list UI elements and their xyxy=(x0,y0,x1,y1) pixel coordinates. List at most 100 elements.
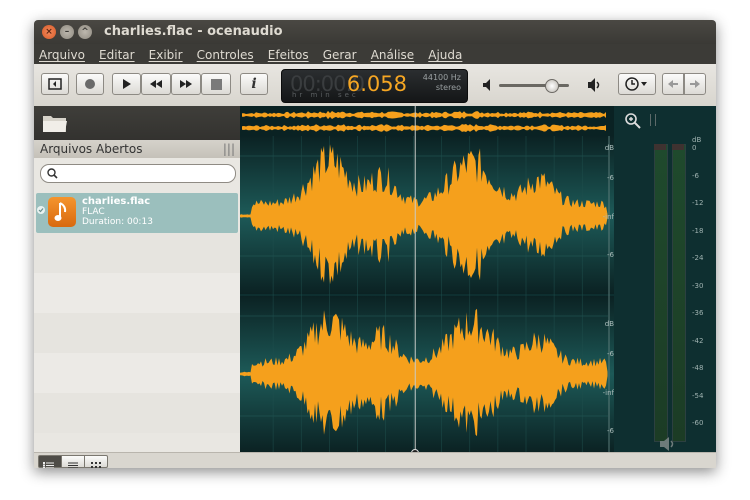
record-button[interactable] xyxy=(76,73,104,95)
top-db-label: -inf xyxy=(603,213,614,221)
volume-slider-knob[interactable] xyxy=(544,79,559,93)
volume-low-icon xyxy=(483,79,490,91)
meter-scale-label: dB xyxy=(692,136,702,144)
search-input[interactable] xyxy=(40,164,236,183)
fast-forward-button[interactable] xyxy=(171,73,201,95)
meter-scale-label: -6 xyxy=(692,171,699,180)
menu-gerar[interactable]: Gerar xyxy=(318,46,361,62)
menu-ajuda[interactable]: Ajuda xyxy=(423,46,466,62)
zoom-in-icon[interactable] xyxy=(624,112,642,130)
back-button[interactable] xyxy=(662,73,684,95)
panel-icon xyxy=(48,78,62,90)
audio-file-icon xyxy=(48,197,76,227)
level-meter-panel: dB 0 -6 -12 -18 -24 -30 -36 -42 -48 -54 -60 xyxy=(614,106,716,452)
overview-background xyxy=(240,106,614,136)
time-display: 00:00:0 6.058 hr min sec 44100 Hz stereo xyxy=(281,69,468,103)
compact-view-button[interactable] xyxy=(61,455,85,468)
file-name: charlies.flac xyxy=(82,196,151,207)
channel-mode: stereo xyxy=(435,83,461,92)
waveform-canvas[interactable]: dB -6 -inf -6 dB -6 -inf -6 xyxy=(240,106,615,452)
fast-forward-icon xyxy=(180,80,192,88)
bottom-db-label: dB xyxy=(605,320,614,328)
bottom-db-label: -6 xyxy=(607,427,614,435)
sample-rate: 44100 Hz xyxy=(422,73,461,82)
record-icon xyxy=(85,79,95,89)
waveform-view[interactable]: dB -6 -inf -6 dB -6 -inf -6 xyxy=(240,106,615,452)
music-note-icon xyxy=(54,202,67,221)
meter-scale-label: -12 xyxy=(692,199,704,207)
toolbar: i 00:00:0 6.058 hr min sec 44100 Hz ster… xyxy=(34,64,716,107)
list-item xyxy=(34,273,240,313)
meter-scale-label: -60 xyxy=(692,419,704,427)
sidebar-toolbar xyxy=(34,106,240,140)
info-button[interactable]: i xyxy=(240,73,268,95)
menu-exibir[interactable]: Exibir xyxy=(144,46,187,62)
bottom-db-label: -inf xyxy=(603,389,614,397)
arrow-right-icon xyxy=(690,80,700,88)
meter-grip-icon[interactable] xyxy=(650,114,656,126)
play-button[interactable] xyxy=(112,73,141,95)
file-duration: Duration: 00:13 xyxy=(82,217,153,227)
time-units: hr min sec xyxy=(292,91,359,99)
top-db-label: -6 xyxy=(607,251,614,259)
menu-analise[interactable]: Análise xyxy=(366,46,418,62)
list-item xyxy=(34,313,240,353)
right-peak-indicator xyxy=(672,144,684,150)
sample-info: 44100 Hz stereo xyxy=(423,73,461,93)
list-detail-icon xyxy=(43,462,54,468)
top-db-label: dB xyxy=(605,144,614,152)
window-title: charlies.flac - ocenaudio xyxy=(104,24,283,39)
clock-menu-button[interactable] xyxy=(618,73,656,95)
stop-icon xyxy=(210,78,222,90)
app-window: × – ^ charlies.flac - ocenaudio Arquivo … xyxy=(34,20,716,468)
maximize-window-button[interactable]: ^ xyxy=(78,25,92,39)
menu-efeitos[interactable]: Efeitos xyxy=(263,46,313,62)
menu-arquivo[interactable]: Arquivo xyxy=(34,46,89,62)
stop-button[interactable] xyxy=(201,73,231,95)
check-icon xyxy=(37,206,45,214)
meter-scale-label: 0 xyxy=(692,144,697,152)
folder-icon[interactable] xyxy=(42,112,68,134)
bottom-db-label: -6 xyxy=(607,350,614,358)
menu-editar[interactable]: Editar xyxy=(94,46,139,62)
meter-scale-label: -42 xyxy=(692,336,704,345)
left-peak-indicator xyxy=(654,144,666,150)
menu-bar: Arquivo Editar Exibir Controles Efeitos … xyxy=(34,44,716,64)
list-view-button[interactable] xyxy=(38,455,62,468)
meter-scale-label: -54 xyxy=(692,391,704,400)
meter-scale-label: -30 xyxy=(692,281,704,290)
file-format: FLAC xyxy=(82,207,105,217)
top-db-label: -6 xyxy=(607,174,614,182)
right-level-bar xyxy=(672,144,686,442)
grid-view-button[interactable] xyxy=(84,455,108,468)
title-bar: × – ^ charlies.flac - ocenaudio xyxy=(34,20,716,44)
status-bar xyxy=(34,452,716,468)
list-item xyxy=(34,353,240,393)
file-sidebar: Arquivos Abertos ||| charlies.flac FLAC … xyxy=(34,106,240,452)
meter-scale-label: -36 xyxy=(692,309,704,317)
list-item xyxy=(34,393,240,433)
volume-slider[interactable] xyxy=(499,79,569,93)
rewind-icon xyxy=(150,80,162,88)
search-icon xyxy=(47,168,58,179)
minimize-window-button[interactable]: – xyxy=(60,25,74,39)
clock-icon xyxy=(625,77,647,91)
forward-button[interactable] xyxy=(684,73,706,95)
list-icon xyxy=(68,462,78,468)
sidebar-grip-icon[interactable]: ||| xyxy=(223,140,235,158)
grid-icon xyxy=(91,462,101,468)
close-window-button[interactable]: × xyxy=(42,25,56,39)
open-file-item[interactable]: charlies.flac FLAC Duration: 00:13 xyxy=(36,193,238,233)
volume-high-icon xyxy=(588,78,600,92)
play-icon xyxy=(122,79,131,89)
menu-controles[interactable]: Controles xyxy=(192,46,258,62)
rewind-button[interactable] xyxy=(141,73,171,95)
sidebar-toggle-button[interactable] xyxy=(41,73,69,95)
sidebar-title: Arquivos Abertos xyxy=(40,142,143,156)
meter-scale-label: -48 xyxy=(692,364,704,372)
arrow-left-icon xyxy=(668,80,678,88)
speaker-icon[interactable] xyxy=(658,436,678,452)
sidebar-header: Arquivos Abertos ||| xyxy=(34,140,240,158)
list-item xyxy=(34,233,240,273)
meter-scale-label: -18 xyxy=(692,226,704,235)
